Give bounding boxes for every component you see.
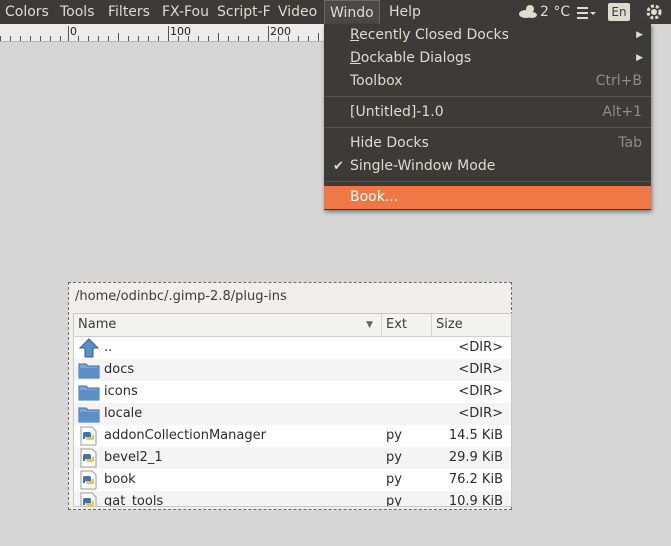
menu-tools[interactable]: Tools — [55, 0, 100, 24]
file-row-locale[interactable]: locale <DIR> — [74, 403, 511, 425]
menubar: Colors Tools Filters FX-Fou Script-F Vid… — [0, 0, 671, 24]
file-row-gat-tools[interactable]: gat_tools py 10.9 KiB — [74, 491, 511, 507]
menu-separator — [324, 96, 651, 97]
sort-descending-icon: ▼ — [366, 320, 373, 330]
menu-item-book[interactable]: Book... — [324, 186, 651, 209]
horizontal-ruler[interactable]: 0 100 200 — [0, 24, 324, 42]
folder-icon — [78, 407, 100, 423]
menu-item-toolbox[interactable]: Toolbox Ctrl+B — [324, 70, 651, 93]
ruler-label-0: 0 — [70, 25, 77, 38]
menu-item-hide-docks[interactable]: Hide Docks Tab — [324, 132, 651, 155]
file-name: .. — [104, 340, 113, 355]
temperature-label: 2 °C — [540, 4, 571, 20]
menu-item-untitled-image[interactable]: [Untitled]-1.0 Alt+1 — [324, 101, 651, 124]
file-ext: py — [386, 494, 402, 507]
ruler-label-200: 200 — [270, 25, 291, 38]
column-header-ext[interactable]: Ext — [382, 314, 432, 336]
keyboard-layout-label: En — [611, 5, 627, 19]
menu-separator — [324, 181, 651, 182]
python-file-icon — [80, 426, 97, 446]
menu-item-label: Single-Window Mode — [350, 158, 496, 174]
menu-help[interactable]: Help — [384, 0, 426, 24]
windows-menu-dropdown: Recently Closed Docks ▶ Dockable Dialogs… — [324, 24, 651, 210]
shortcut-label: Ctrl+B — [595, 73, 642, 89]
file-list[interactable]: Name ▼ Ext Size .. <DIR> docs <DIR> icon… — [73, 313, 512, 507]
shortcut-label: Alt+1 — [602, 104, 642, 120]
menu-item-single-window-mode[interactable]: ✔ Single-Window Mode — [324, 155, 651, 178]
column-header-label: Size — [436, 317, 463, 332]
menu-separator — [324, 127, 651, 128]
file-row-parent[interactable]: .. <DIR> — [74, 337, 511, 359]
plugin-file-selector: /home/odinbc/.gimp-2.8/plug-ins Name ▼ E… — [68, 282, 512, 510]
menu-video[interactable]: Video — [273, 0, 322, 24]
file-size: <DIR> — [458, 406, 503, 421]
column-header-label: Ext — [386, 317, 408, 332]
file-size: 76.2 KiB — [448, 472, 503, 487]
menu-item-label: Hide Docks — [350, 135, 429, 151]
file-row-docs[interactable]: docs <DIR> — [74, 359, 511, 381]
menu-item-label: [Untitled]-1.0 — [350, 104, 444, 120]
menu-fx-foundry[interactable]: FX-Fou — [157, 0, 218, 24]
file-size: <DIR> — [458, 362, 503, 377]
file-ext: py — [386, 450, 402, 465]
file-size: 29.9 KiB — [448, 450, 503, 465]
menu-item-label: Dockable Dialogs — [350, 50, 472, 66]
python-file-icon — [80, 470, 97, 490]
python-file-icon — [80, 448, 97, 468]
column-header-size[interactable]: Size — [432, 314, 511, 336]
menu-item-recently-closed-docks[interactable]: Recently Closed Docks ▶ — [324, 24, 651, 47]
hamburger-menu-icon[interactable] — [577, 6, 597, 20]
file-name: book — [104, 472, 136, 487]
file-row-addoncollectionmanager[interactable]: addonCollectionManager py 14.5 KiB — [74, 425, 511, 447]
ruler-label-100: 100 — [170, 25, 191, 38]
file-ext: py — [386, 472, 402, 487]
file-name: icons — [104, 384, 138, 399]
column-header-label: Name — [78, 317, 117, 332]
menu-filters[interactable]: Filters — [103, 0, 155, 24]
file-name: bevel2_1 — [104, 450, 163, 465]
file-list-header: Name ▼ Ext Size — [74, 314, 511, 337]
up-arrow-icon — [78, 338, 100, 358]
file-size: 10.9 KiB — [448, 494, 503, 507]
file-size: <DIR> — [458, 340, 503, 355]
checkmark-icon: ✔ — [333, 159, 344, 174]
file-size: <DIR> — [458, 384, 503, 399]
cloud-weather-icon — [519, 5, 537, 18]
menu-item-label: Recently Closed Docks — [350, 27, 509, 43]
menu-item-label: Toolbox — [350, 73, 403, 89]
file-name: locale — [104, 406, 143, 421]
folder-icon — [78, 363, 100, 379]
settings-gear-icon[interactable] — [645, 3, 663, 21]
keyboard-layout-indicator[interactable]: En — [608, 3, 630, 21]
folder-icon — [78, 385, 100, 401]
file-ext: py — [386, 428, 402, 443]
menu-item-label: Book... — [350, 189, 399, 205]
file-row-bevel2-1[interactable]: bevel2_1 py 29.9 KiB — [74, 447, 511, 469]
file-name: addonCollectionManager — [104, 428, 266, 443]
menu-script-fu[interactable]: Script-F — [212, 0, 278, 24]
menu-item-dockable-dialogs[interactable]: Dockable Dialogs ▶ — [324, 47, 651, 70]
file-name: docs — [104, 362, 135, 377]
file-size: 14.5 KiB — [448, 428, 503, 443]
shortcut-label: Tab — [618, 135, 642, 151]
menu-colors[interactable]: Colors — [0, 0, 54, 24]
file-name: gat_tools — [104, 494, 164, 507]
submenu-arrow-icon: ▶ — [636, 30, 643, 40]
submenu-arrow-icon: ▶ — [636, 53, 643, 63]
file-row-icons[interactable]: icons <DIR> — [74, 381, 511, 403]
column-header-name[interactable]: Name ▼ — [74, 314, 382, 336]
file-row-book[interactable]: book py 76.2 KiB — [74, 469, 511, 491]
current-path-label: /home/odinbc/.gimp-2.8/plug-ins — [75, 289, 287, 304]
python-file-icon — [80, 492, 97, 506]
menu-windows[interactable]: Windo — [324, 0, 380, 24]
